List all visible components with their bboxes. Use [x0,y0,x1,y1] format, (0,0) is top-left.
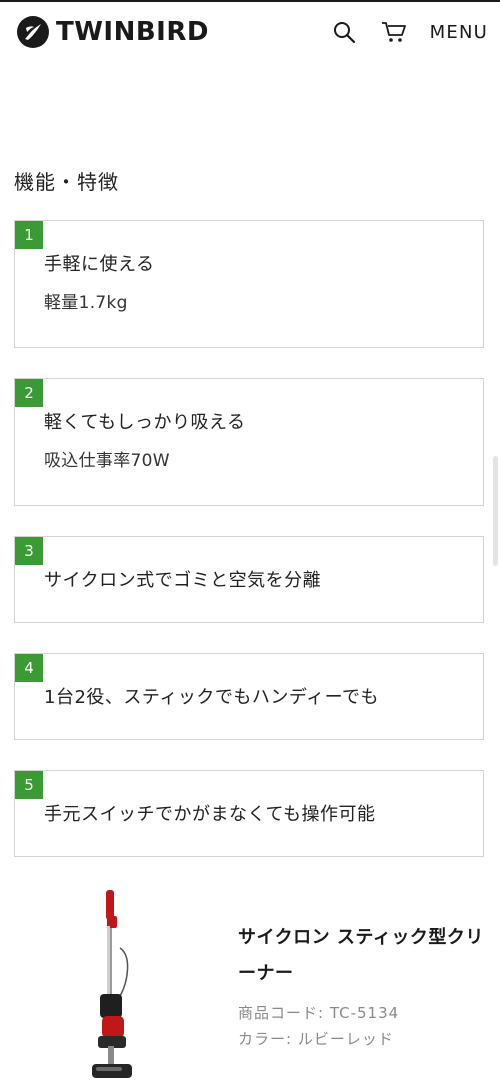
stick-vacuum-image[interactable] [80,886,150,1082]
product-name[interactable]: サイクロン スティック型クリーナー [238,920,488,992]
feature-number-badge: 5 [15,771,43,799]
product-card[interactable]: サイクロン スティック型クリーナー 商品コード: TC-5134 カラー: ルビ… [0,880,500,1080]
feature-number-badge: 1 [15,221,43,249]
feature-detail: 吸込仕事率70W [44,451,170,471]
scrollbar[interactable] [493,456,498,566]
feature-card: 1 手軽に使える 軽量1.7kg [14,220,484,348]
feature-card: 2 軽くてもしっかり吸える 吸込仕事率70W [14,378,484,506]
section-title: 機能・特徴 [14,170,119,194]
cart-button[interactable] [380,18,408,46]
brand-name: TWINBIRD [56,17,209,47]
feature-heading: 手元スイッチでかがまなくても操作可能 [44,804,376,825]
brand-logo[interactable]: TWINBIRD [16,14,209,50]
feature-heading: サイクロン式でゴミと空気を分離 [44,570,322,591]
product-info: サイクロン スティック型クリーナー 商品コード: TC-5134 カラー: ルビ… [238,920,488,1052]
feature-number-badge: 3 [15,537,43,565]
product-color: カラー: ルビーレッド [238,1030,394,1048]
feature-number-badge: 4 [15,654,43,682]
search-icon [333,22,355,44]
site-header: TWINBIRD MENU [0,0,500,62]
feature-heading: 1台2役、スティックでもハンディーでも [44,687,379,708]
feature-heading: 軽くてもしっかり吸える [44,412,246,433]
cart-icon [381,22,406,42]
header-actions: MENU [308,18,488,46]
feature-number-badge: 2 [15,379,43,407]
feature-detail: 軽量1.7kg [44,293,128,313]
feature-card: 3 サイクロン式でゴミと空気を分離 [14,536,484,623]
feature-heading: 手軽に使える [44,254,155,275]
menu-button[interactable]: MENU [430,22,488,43]
feature-list: 1 手軽に使える 軽量1.7kg 2 軽くてもしっかり吸える 吸込仕事率70W … [14,220,484,857]
twinbird-logo-icon [17,16,49,48]
feature-card: 4 1台2役、スティックでもハンディーでも [14,653,484,740]
search-button[interactable] [330,18,358,46]
product-code: 商品コード: TC-5134 [238,1004,400,1022]
feature-card: 5 手元スイッチでかがまなくても操作可能 [14,770,484,857]
